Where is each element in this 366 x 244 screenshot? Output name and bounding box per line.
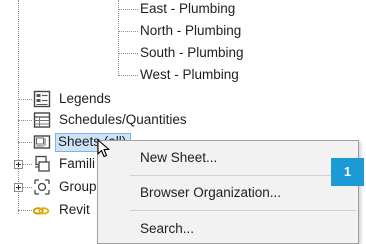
menu-item-label: Search... [140, 221, 195, 236]
tree-item-legends[interactable]: Legends [59, 91, 111, 107]
tree-item-families[interactable]: Famili [59, 156, 95, 172]
tree-connector [118, 0, 119, 76]
menu-separator [130, 210, 356, 211]
tree-connector [18, 142, 32, 143]
step-number-badge: 1 [331, 158, 364, 186]
tree-connector [118, 31, 138, 32]
tree-item-east-plumbing[interactable]: East - Plumbing [140, 1, 235, 17]
tree-connector [118, 53, 138, 54]
mouse-cursor-icon [97, 139, 110, 158]
tree-item-west-plumbing[interactable]: West - Plumbing [140, 67, 239, 83]
context-menu: New Sheet... Browser Organization... Sea… [97, 140, 359, 244]
menu-item-label: Browser Organization... [140, 185, 282, 200]
tree-connector [118, 9, 138, 10]
tree-connector [118, 75, 138, 76]
schedule-icon [33, 112, 51, 128]
expand-icon[interactable] [14, 160, 23, 169]
menu-item-new-sheet[interactable]: New Sheet... [98, 146, 358, 170]
tree-connector [18, 99, 32, 100]
tree-item-south-plumbing[interactable]: South - Plumbing [140, 45, 244, 61]
tree-item-groups[interactable]: Group [59, 179, 97, 195]
tree-connector [18, 210, 32, 211]
menu-item-browser-organization[interactable]: Browser Organization... [98, 181, 358, 205]
legend-icon [33, 90, 51, 108]
menu-item-label: New Sheet... [140, 150, 218, 165]
link-icon [32, 207, 50, 215]
menu-separator [130, 175, 356, 176]
family-icon [35, 155, 50, 172]
tree-connector [18, 0, 19, 214]
tree-item-schedules[interactable]: Schedules/Quantities [59, 112, 187, 128]
tree-item-north-plumbing[interactable]: North - Plumbing [140, 23, 241, 39]
expand-icon[interactable] [14, 183, 23, 192]
group-icon [34, 179, 50, 195]
menu-item-search[interactable]: Search... [98, 217, 358, 241]
sheet-icon [33, 135, 51, 149]
tree-item-revit-links[interactable]: Revit [59, 202, 90, 218]
tree-connector [18, 120, 32, 121]
